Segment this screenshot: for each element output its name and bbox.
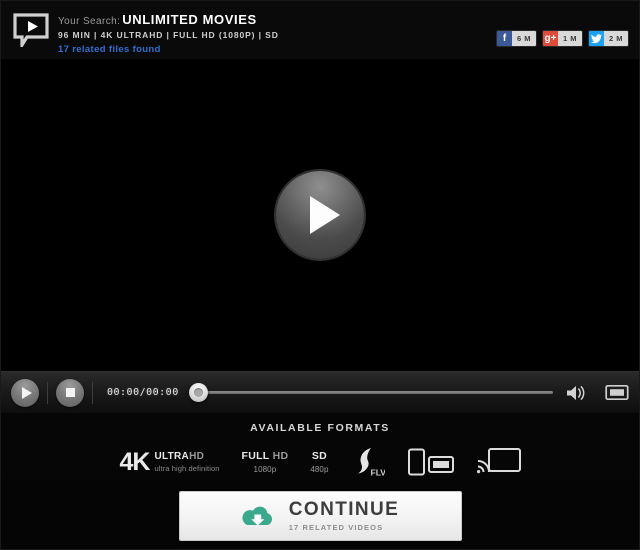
page-header: Your Search: UNLIMITED MOVIES 96 MIN | 4K… [1,1,639,59]
format-subtitle-fullhd: 1080p [253,465,277,474]
available-formats-section: AVAILABLE FORMATS 4K ULTRAHD ultra high … [1,413,639,479]
available-formats-title: AVAILABLE FORMATS [250,422,390,434]
format-title-light: HD [189,451,205,463]
format-subtitle-sd: 480p [310,465,329,474]
volume-button[interactable] [565,384,589,402]
format-item-mobile-devices[interactable] [396,445,466,479]
twitter-icon [589,31,604,46]
volume-icon [567,385,585,400]
cast-screen-icon [476,448,521,474]
format-item-sd[interactable]: SD 480p [299,445,339,479]
control-divider [47,381,48,404]
player-control-bar: 00:00/00:00 [1,371,639,413]
format-item-flv[interactable]: FLV [340,445,396,479]
seek-slider[interactable] [188,382,553,404]
search-query: UNLIMITED MOVIES [122,12,257,27]
control-divider [92,381,93,404]
mobile-devices-icon [407,448,454,476]
format-item-fullhd[interactable]: FULL HD 1080p [231,445,300,479]
format-title-fullhd: FULL HD [242,450,289,462]
chat-play-logo-icon [13,13,49,51]
format-title-ultrahd: ULTRAHD [154,451,219,464]
continue-label: CONTINUE [288,499,400,520]
social-twitter-button[interactable]: 2 M [588,30,629,47]
stop-icon [65,388,75,397]
play-icon [310,196,340,234]
search-line: Your Search: UNLIMITED MOVIES [58,12,629,27]
big-play-button[interactable] [276,171,364,259]
format-title-strong: FULL [241,450,273,462]
continue-button[interactable]: CONTINUE 17 RELATED VIDEOS [178,491,462,541]
seek-handle[interactable] [188,383,208,402]
play-icon [21,386,32,399]
format-subtitle-ultrahd: ultra high definition [154,463,220,473]
search-label: Your Search: [58,16,121,27]
format-list: 4K ULTRAHD ultra high definition FULL HD… [1,445,639,479]
facebook-icon: f [497,31,512,46]
format-badge-4k: 4K [119,447,150,476]
flash-flv-icon: FLV [357,448,385,478]
continue-sublabel: 17 RELATED VIDEOS [288,523,384,532]
fullscreen-button[interactable] [605,384,629,401]
social-googleplus-button[interactable]: g+ 1 M [542,30,583,47]
play-button[interactable] [11,378,39,407]
timecode-display: 00:00/00:00 [107,387,179,398]
cloud-download-icon [241,503,275,529]
video-download-page: Your Search: UNLIMITED MOVIES 96 MIN | 4K… [0,0,640,550]
format-title-sd: SD [311,450,328,462]
format-title-strong: ULTRA [154,451,190,463]
format-item-cast-screen[interactable] [466,445,532,479]
seek-track [202,391,553,394]
fullscreen-icon [605,384,629,401]
cta-area: CONTINUE 17 RELATED VIDEOS SECURE VERIFI… [1,491,639,547]
format-title-light: HD [272,450,289,462]
format-item-4k-ultrahd[interactable]: 4K ULTRAHD ultra high definition [108,445,230,479]
social-counters: f 6 M g+ 1 M 2 M [496,30,629,47]
facebook-count: 6 M [512,31,536,46]
svg-text:FLV: FLV [370,468,385,478]
video-stage[interactable] [1,59,639,371]
social-facebook-button[interactable]: f 6 M [496,30,537,47]
googleplus-count: 1 M [558,31,582,46]
google-plus-icon: g+ [543,31,558,46]
stop-button[interactable] [56,378,84,407]
twitter-count: 2 M [604,31,628,46]
